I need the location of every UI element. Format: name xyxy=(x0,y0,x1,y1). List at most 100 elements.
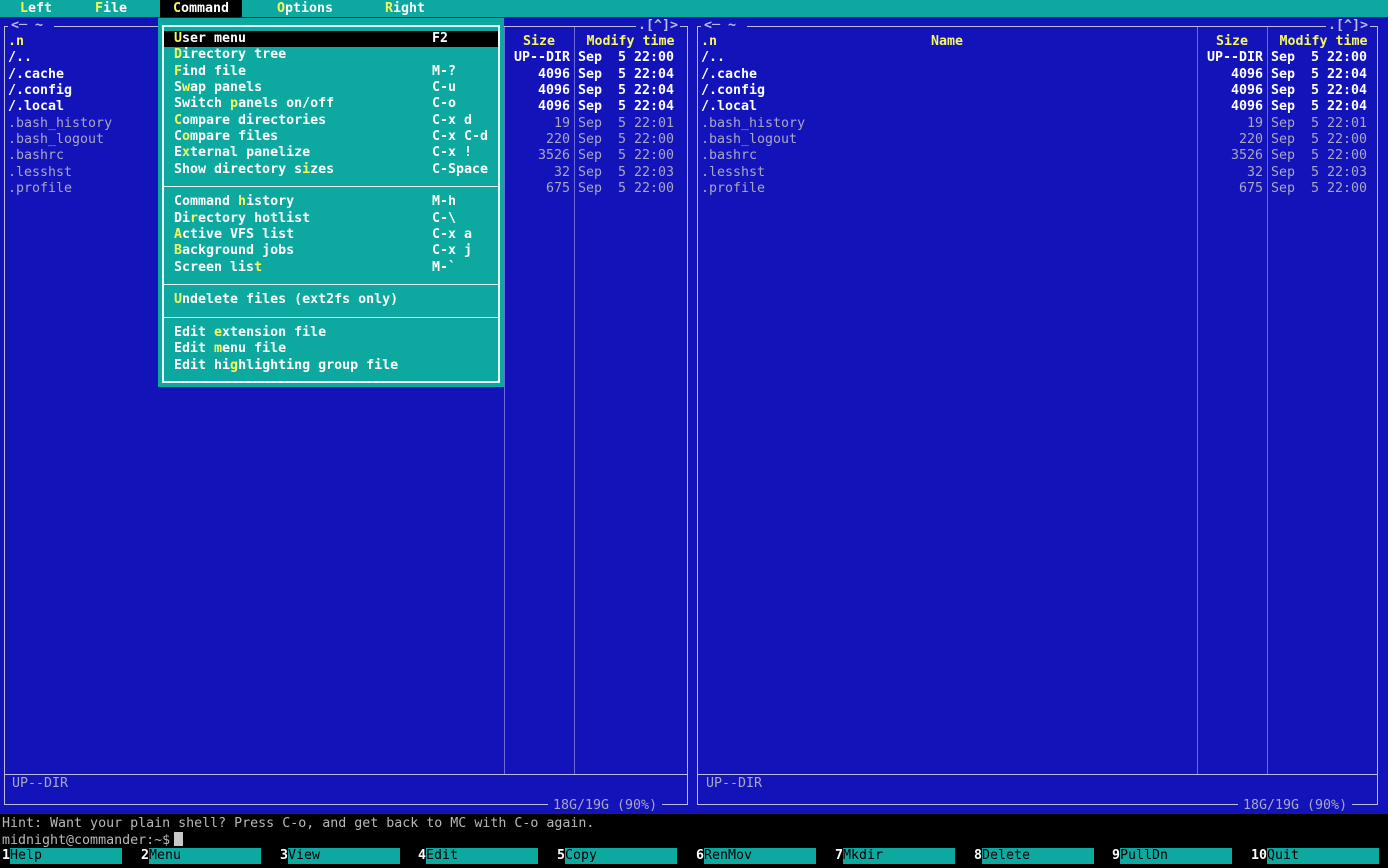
panel-path[interactable]: <─ ~ xyxy=(701,18,747,34)
menu-item-swap-panels[interactable]: Swap panelsC-u xyxy=(158,80,504,96)
menu-item-edit-menu-file[interactable]: Edit menu file xyxy=(158,341,504,357)
menu-hotkey-letter: i xyxy=(302,162,310,177)
file-row-bashrc[interactable]: .bashrc3526Sep 5 22:00 xyxy=(697,148,1378,164)
menu-item-external-panelize[interactable]: External panelizeC-x ! xyxy=(158,145,504,161)
file-name: .bash_history xyxy=(701,116,805,132)
menu-item-label: Compare files xyxy=(174,129,278,145)
menu-hotkey-letter: p xyxy=(230,96,238,111)
file-mtime: Sep 5 22:00 xyxy=(578,148,674,164)
menu-item-active-vfs-list[interactable]: Active VFS listC-x a xyxy=(158,227,504,243)
menu-item-undelete-files-ext2fs-only[interactable]: Undelete files (ext2fs only) xyxy=(158,292,504,308)
menu-item-label: User menu xyxy=(174,31,246,47)
panel-corner-buttons[interactable]: .[^]> xyxy=(636,18,680,34)
menu-hotkey-letter: F xyxy=(174,64,182,79)
fn-key-5-copy[interactable]: 5Copy xyxy=(555,848,693,864)
fn-key-9-pulldn[interactable]: 9PullDn xyxy=(1110,848,1248,864)
menu-item-show-directory-sizes[interactable]: Show directory sizesC-Space xyxy=(158,162,504,178)
menu-label-post: ap panels xyxy=(190,80,262,95)
menu-item-user-menu[interactable]: User menu F2 xyxy=(158,31,504,47)
file-size: 220 xyxy=(1127,132,1263,148)
menu-item-label: Active VFS list xyxy=(174,227,294,243)
file-row-[interactable]: /..UP--DIRSep 5 22:00 xyxy=(697,50,1378,66)
panel-corner-buttons[interactable]: .[^]> xyxy=(1326,18,1370,34)
menu-label-pre: Edit xyxy=(174,325,214,340)
menu-item-compare-files[interactable]: Compare files C-x C-d xyxy=(158,129,504,145)
file-row-bash-logout[interactable]: .bash_logout220Sep 5 22:00 xyxy=(697,132,1378,148)
menubar-item-options[interactable]: Options xyxy=(277,0,333,17)
menu-item-directory-hotlist[interactable]: Directory hotlistC-\ xyxy=(158,211,504,227)
menu-item-edit-extension-file[interactable]: Edit extension file xyxy=(158,325,504,341)
fn-key-8-delete[interactable]: 8Delete xyxy=(972,848,1110,864)
fn-key-4-edit[interactable]: 4Edit xyxy=(416,848,554,864)
menu-item-screen-list[interactable]: Screen listM-` xyxy=(158,260,504,276)
file-size: 32 xyxy=(1127,165,1263,181)
menu-label-post: ectory hotlist xyxy=(198,211,310,226)
menu-item-find-file[interactable]: Find fileM-? xyxy=(158,64,504,80)
menu-item-label: Switch panels on/off xyxy=(174,96,334,112)
name-column-header[interactable]: Name xyxy=(697,34,1197,50)
fn-key-label: Delete xyxy=(982,848,1094,864)
menu-hotkey-letter: D xyxy=(174,47,182,62)
file-row-cache[interactable]: /.cache4096Sep 5 22:04 xyxy=(697,67,1378,83)
file-name: /.. xyxy=(8,50,32,66)
fn-key-2-menu[interactable]: 2Menu xyxy=(139,848,277,864)
menu-label-post: istory xyxy=(246,194,294,209)
menu-hotkey-letter: o xyxy=(182,129,190,144)
file-mtime: Sep 5 22:03 xyxy=(1271,165,1367,181)
mtime-column-header[interactable]: Modify time xyxy=(1267,34,1378,50)
menubar-item-right[interactable]: Right xyxy=(385,0,425,17)
menu-label-post: zes xyxy=(310,162,334,177)
menu-label-post: xtension file xyxy=(222,325,326,340)
menu-item-compare-directories[interactable]: Compare directoriesC-x d xyxy=(158,113,504,129)
file-name: .bash_logout xyxy=(8,132,104,148)
fn-key-7-mkdir[interactable]: 7Mkdir xyxy=(833,848,971,864)
menu-item-label: Directory tree xyxy=(174,47,286,63)
mtime-column-header[interactable]: Modify time xyxy=(574,34,687,50)
shell-prompt[interactable]: midnight@commander:~$ xyxy=(2,832,1386,848)
panel-path[interactable]: <─ ~ xyxy=(8,18,54,34)
menu-item-switch-panels-on-off[interactable]: Switch panels on/offC-o xyxy=(158,96,504,112)
size-column-header[interactable]: Size xyxy=(1197,34,1267,50)
file-row-local[interactable]: /.local4096Sep 5 22:04 xyxy=(697,99,1378,115)
menu-item-label: Edit menu file xyxy=(174,341,286,357)
fn-key-3-view[interactable]: 3View xyxy=(278,848,416,864)
file-row-bash-history[interactable]: .bash_history19Sep 5 22:01 xyxy=(697,116,1378,132)
menu-shortcut: C-x ! xyxy=(432,145,472,161)
menu-label-pre: Show directory s xyxy=(174,162,302,177)
file-size: 675 xyxy=(1127,181,1263,197)
fn-key-label: View xyxy=(288,848,400,864)
fn-key-6-renmov[interactable]: 6RenMov xyxy=(694,848,832,864)
menu-item-directory-tree[interactable]: Directory tree xyxy=(158,47,504,63)
fn-key-label: Menu xyxy=(149,848,261,864)
menubar-item-file[interactable]: File xyxy=(95,0,127,17)
file-row-lesshst[interactable]: .lesshst32Sep 5 22:03 xyxy=(697,165,1378,181)
menubar-item-left[interactable]: Left xyxy=(20,0,52,17)
menu-item-command-history[interactable]: Command historyM-h xyxy=(158,194,504,210)
menu-hotkey-letter: U xyxy=(174,292,182,307)
menu-item-background-jobs[interactable]: Background jobsC-x j xyxy=(158,243,504,259)
fn-key-1-help[interactable]: 1Help xyxy=(0,848,138,864)
menu-label-post: enu file xyxy=(222,341,286,356)
menubar-item-command[interactable]: Command xyxy=(160,0,242,17)
fn-key-10-quit[interactable]: 10Quit xyxy=(1249,848,1387,864)
menubar-item-label: ptions xyxy=(285,1,333,16)
file-name: .bash_history xyxy=(8,116,112,132)
menubar-item-label: ommand xyxy=(181,1,229,16)
file-mtime: Sep 5 22:00 xyxy=(1271,181,1367,197)
size-column-header[interactable]: Size xyxy=(504,34,574,50)
menu-item-edit-highlighting-group-file[interactable]: Edit highlighting group file xyxy=(158,358,504,374)
file-row-config[interactable]: /.config4096Sep 5 22:04 xyxy=(697,83,1378,99)
menu-item-label: Show directory sizes xyxy=(174,162,334,178)
menu-hotkey-letter: C xyxy=(174,113,182,128)
menu-label-post: irectory tree xyxy=(182,47,286,62)
function-key-bar: 1Help2Menu3View4Edit5Copy6RenMov7Mkdir8D… xyxy=(0,848,1388,868)
menu-label-pre: Switch xyxy=(174,96,230,111)
file-mtime: Sep 5 22:04 xyxy=(1271,67,1367,83)
menu-shortcut: F2 xyxy=(432,31,448,47)
file-row-profile[interactable]: .profile675Sep 5 22:00 xyxy=(697,181,1378,197)
file-mtime: Sep 5 22:00 xyxy=(578,181,674,197)
menu-shortcut: C-x C-d xyxy=(432,129,488,145)
prompt-text: midnight@commander:~$ xyxy=(2,833,170,848)
menu-label-pre: Screen lis xyxy=(174,260,254,275)
fn-key-number: 6 xyxy=(696,848,704,864)
